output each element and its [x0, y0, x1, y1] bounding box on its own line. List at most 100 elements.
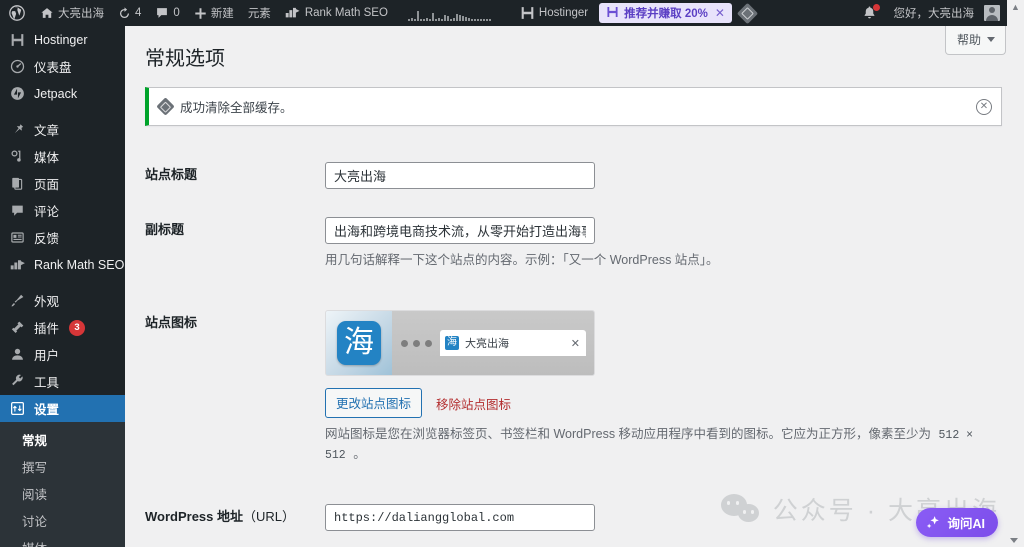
site-icon-glyph: 海 [337, 321, 381, 366]
new-content-label: 新建 [210, 8, 234, 20]
comments-menu[interactable]: 0 [148, 0, 186, 26]
sidebar-item-dashboard[interactable]: 仪表盘 [0, 53, 125, 80]
notice-message: 成功清除全部缓存。 [180, 101, 293, 115]
rankmath-menu[interactable]: Rank Math SEO [278, 0, 395, 26]
site-title-input[interactable] [325, 162, 595, 189]
site-icon-description: 网站图标是您在浏览器标签页、书签栏和 WordPress 移动应用程序中看到的图… [325, 425, 992, 464]
comments-count: 0 [173, 7, 180, 19]
help-tab-wrapper: 帮助 [944, 26, 1006, 55]
sidebar-item-hostinger[interactable]: Hostinger [0, 26, 125, 53]
sidebar-item-jetpack[interactable]: Jetpack [0, 80, 125, 107]
submenu-item-media[interactable]: 媒体 [0, 534, 125, 547]
close-icon[interactable]: ✕ [715, 6, 725, 20]
greeting-label: 您好，大亮出海 [893, 8, 975, 20]
feedback-icon [9, 229, 26, 246]
plugins-update-badge: 3 [69, 319, 86, 336]
menu-separator [0, 278, 125, 287]
tagline-input[interactable] [325, 217, 595, 244]
remove-site-icon-link[interactable]: 移除站点图标 [436, 394, 511, 413]
sidebar-item-settings[interactable]: 设置 [0, 395, 125, 422]
rankmath-icon [285, 7, 301, 19]
submenu-item-reading[interactable]: 阅读 [0, 480, 125, 507]
wordpress-logo-menu[interactable] [0, 0, 33, 26]
scrollbar-up-cap[interactable]: ▲ [1007, 0, 1024, 26]
sidebar-item-pages[interactable]: 页面 [0, 170, 125, 197]
cache-cleared-notice: 成功清除全部缓存。 ✕ [145, 87, 1002, 126]
table-row-wordpress-url: WordPress 地址（URL） [145, 490, 1002, 545]
sparkle-icon [926, 515, 941, 530]
plus-icon [194, 7, 207, 20]
wordpress-url-cell [325, 490, 1002, 545]
sidebar-item-label: 外观 [34, 295, 60, 309]
site-title-label: 站点标题 [145, 167, 198, 182]
general-settings-form: 站点标题 副标题 用几句话解释一下这个站点的内容。示例：「又一个 WordPre… [145, 148, 1002, 547]
chevron-up-icon: ▲ [1011, 2, 1020, 12]
sidebar-item-label: 反馈 [34, 232, 60, 246]
jetpack-boost-diamond-icon[interactable] [736, 2, 759, 24]
wordpress-url-label-strong: WordPress 地址 [145, 509, 244, 525]
new-content-menu[interactable]: 新建 [187, 0, 241, 26]
sidebar-item-label: 工具 [34, 376, 60, 390]
tagline-description: 用几句话解释一下这个站点的内容。示例：「又一个 WordPress 站点」。 [325, 253, 719, 267]
bell-icon [862, 4, 880, 21]
notification-dot [872, 4, 880, 11]
site-icon-label: 站点图标 [145, 315, 198, 331]
site-icon-browser-preview: 海 大亮出海 ✕ [392, 311, 594, 376]
help-toggle-button[interactable]: 帮助 [944, 26, 1006, 55]
sidebar-item-posts[interactable]: 文章 [0, 116, 125, 143]
site-icon-cell: 海 海 大亮出海 ✕ 更改站点图标 移除站点图标 网站图标是您在浏览器标签页、书… [325, 296, 1002, 490]
referral-promo-button[interactable]: 推荐并赚取 20% ✕ [599, 3, 732, 23]
appearance-brush-icon [9, 292, 26, 309]
sidebar-item-tools[interactable]: 工具 [0, 368, 125, 395]
table-row-tagline: 副标题 用几句话解释一下这个站点的内容。示例：「又一个 WordPress 站点… [145, 203, 1002, 296]
sidebar-item-comments[interactable]: 评论 [0, 197, 125, 224]
browser-tab-title: 大亮出海 [465, 338, 509, 351]
sidebar-item-plugins[interactable]: 插件 3 [0, 314, 125, 341]
site-name-menu[interactable]: 大亮出海 [33, 0, 111, 26]
change-site-icon-button[interactable]: 更改站点图标 [325, 388, 423, 419]
hostinger-menu[interactable]: Hostinger [513, 0, 595, 26]
hostinger-icon [520, 6, 535, 20]
sidebar-item-users[interactable]: 用户 [0, 341, 125, 368]
sidebar-item-label: 评论 [34, 205, 60, 219]
stats-sparkline[interactable] [395, 0, 513, 26]
ask-ai-label: 询问AI [947, 517, 985, 531]
submenu-item-writing[interactable]: 撰写 [0, 453, 125, 480]
comments-icon [9, 202, 26, 219]
sidebar-item-label: 文章 [34, 124, 60, 138]
hostinger-promo-icon [606, 6, 619, 21]
favicon-icon: 海 [445, 336, 459, 351]
updates-menu[interactable]: 4 [111, 0, 148, 26]
chevron-down-icon [987, 37, 995, 42]
my-account-menu[interactable]: 您好，大亮出海 [887, 0, 1008, 26]
sidebar-item-feedback[interactable]: 反馈 [0, 224, 125, 251]
hostinger-label: Hostinger [538, 7, 589, 19]
ask-ai-button[interactable]: 询问AI [916, 508, 998, 537]
referral-promo-label: 推荐并赚取 20% [624, 8, 708, 20]
submenu-item-general[interactable]: 常规 [0, 426, 125, 453]
elementor-label: 元素 [247, 8, 271, 20]
settings-icon [9, 400, 26, 417]
site-icon-app-preview: 海 [326, 311, 392, 376]
elementor-menu[interactable]: 元素 [241, 0, 278, 26]
sidebar-item-label: Jetpack [34, 86, 78, 101]
sidebar-item-appearance[interactable]: 外观 [0, 287, 125, 314]
pages-icon [9, 175, 26, 192]
update-icon [118, 6, 131, 20]
scrollbar-down-cap[interactable] [1010, 538, 1018, 543]
wordpress-url-input[interactable] [325, 504, 595, 532]
submenu-item-discussion[interactable]: 讨论 [0, 507, 125, 534]
wordpress-logo-icon [9, 5, 25, 21]
settings-submenu: 常规 撰写 阅读 讨论 媒体 固定链接 [0, 422, 125, 547]
media-icon [9, 148, 26, 165]
wordpress-url-label-normal: （URL） [243, 509, 296, 525]
tagline-cell: 用几句话解释一下这个站点的内容。示例：「又一个 WordPress 站点」。 [325, 203, 1002, 296]
sidebar-item-rankmath-seo[interactable]: Rank Math SEO [0, 251, 125, 278]
site-icon-description-after: 。 [349, 446, 366, 461]
jetpack-icon [9, 85, 26, 102]
dismiss-notice-button[interactable]: ✕ [976, 98, 992, 115]
browser-tab-preview: 海 大亮出海 ✕ [440, 330, 586, 357]
site-icon-description-before: 网站图标是您在浏览器标签页、书签栏和 WordPress 移动应用程序中看到的图… [325, 427, 935, 442]
sidebar-item-media[interactable]: 媒体 [0, 143, 125, 170]
notifications-button[interactable] [855, 0, 887, 26]
